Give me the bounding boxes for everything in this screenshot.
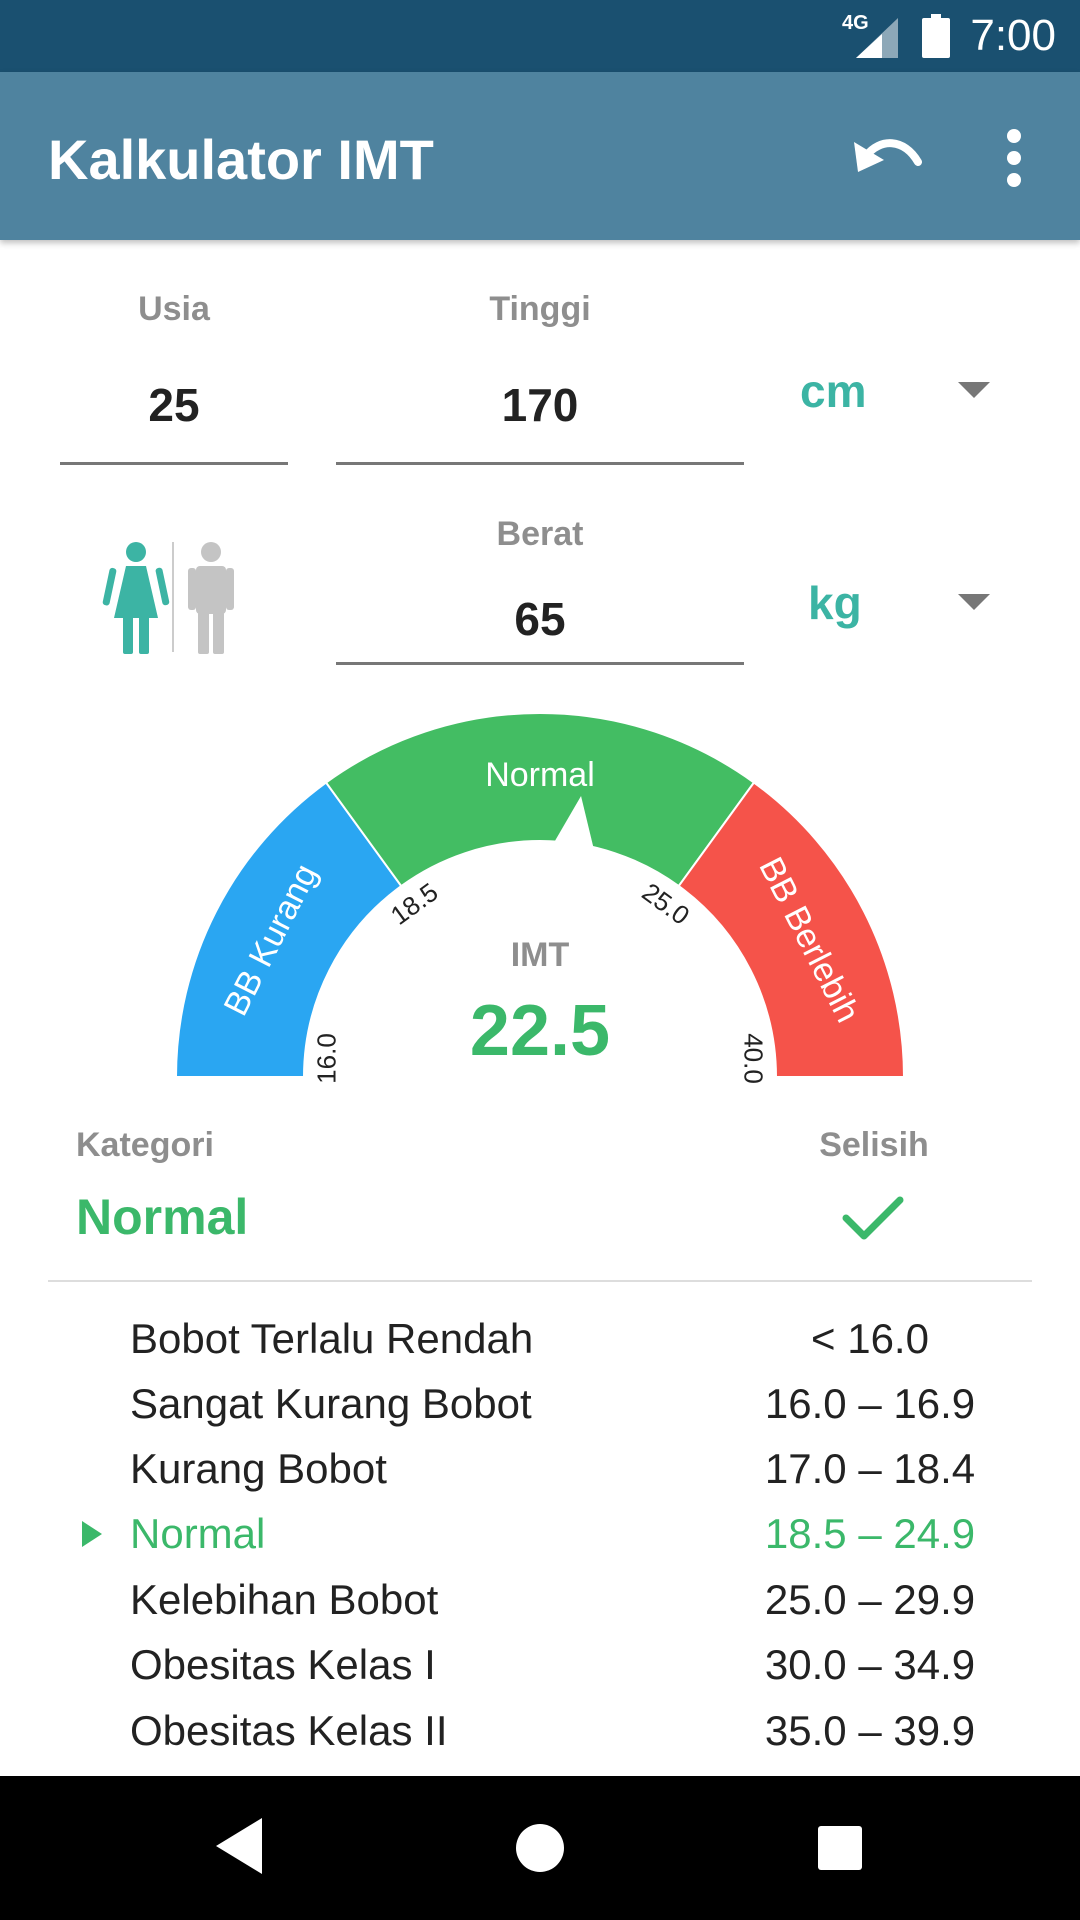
weight-unit-select[interactable]: kg — [790, 572, 1010, 642]
height-unit-select[interactable]: cm — [790, 360, 1010, 430]
home-icon[interactable] — [516, 1824, 564, 1872]
category-name: Obesitas Kelas II — [130, 1707, 448, 1754]
chevron-down-icon — [958, 594, 990, 610]
female-icon — [102, 542, 170, 654]
height-unit-value: cm — [800, 365, 867, 417]
height-underline — [336, 462, 744, 465]
category-name: Sangat Kurang Bobot — [130, 1380, 532, 1427]
weight-underline — [336, 662, 744, 665]
category-name: Normal — [130, 1510, 266, 1557]
recents-icon[interactable] — [818, 1826, 862, 1870]
gauge-imt-value: 22.5 — [469, 991, 611, 1071]
category-range: < 16.0 — [811, 1315, 929, 1362]
category-range: 17.0 – 18.4 — [764, 1445, 976, 1492]
chevron-down-icon — [958, 382, 990, 398]
category-label: Kategori — [76, 1126, 214, 1164]
category-row: Kelebihan Bobot 25.0 – 29.9 — [0, 1567, 1080, 1633]
more-vert-icon[interactable] — [984, 116, 1044, 200]
category-row-active: Normal 18.5 – 24.9 — [0, 1501, 1080, 1567]
gauge-tick-label: 16.0 — [312, 1033, 342, 1084]
category-row: Sangat Kurang Bobot 16.0 – 16.9 — [0, 1371, 1080, 1437]
age-underline — [60, 462, 288, 465]
category-range: 30.0 – 34.9 — [764, 1641, 976, 1688]
category-range: 16.0 – 16.9 — [764, 1380, 976, 1427]
category-range: 25.0 – 29.9 — [764, 1576, 976, 1623]
category-range: 35.0 – 39.9 — [764, 1707, 976, 1754]
gauge-segment — [324, 712, 756, 888]
category-name: Kelebihan Bobot — [130, 1576, 439, 1623]
category-row: Obesitas Kelas I 30.0 – 34.9 — [0, 1632, 1080, 1698]
undo-icon[interactable] — [846, 116, 930, 200]
male-button[interactable] — [186, 540, 236, 656]
battery-icon — [922, 14, 950, 58]
status-time: 7:00 — [970, 11, 1056, 60]
weight-unit-value: kg — [808, 577, 862, 629]
signal-icon — [856, 18, 898, 58]
play-arrow-icon — [82, 1521, 102, 1547]
difference-label: Selisih — [819, 1126, 929, 1164]
gauge-imt-label: IMT — [510, 936, 570, 974]
female-button[interactable] — [100, 540, 180, 656]
category-value: Normal — [76, 1189, 249, 1245]
category-name: Bobot Terlalu Rendah — [130, 1315, 534, 1362]
app-toolbar: Kalkulator IMT — [0, 72, 1080, 240]
gauge-tick-label: 40.0 — [738, 1033, 768, 1084]
back-icon[interactable] — [216, 1818, 262, 1874]
male-icon — [188, 542, 234, 654]
gender-divider — [172, 542, 174, 652]
category-name: Obesitas Kelas I — [130, 1641, 436, 1688]
status-bar: 4G 7:00 — [0, 0, 1080, 72]
app-title: Kalkulator IMT — [48, 128, 434, 191]
divider — [48, 1280, 1032, 1282]
check-icon — [842, 1196, 904, 1240]
age-label: Usia — [138, 290, 210, 328]
weight-input[interactable]: 65 — [336, 592, 744, 646]
category-range: 18.5 – 24.9 — [764, 1510, 976, 1557]
category-row: Obesitas Kelas II 35.0 – 39.9 — [0, 1698, 1080, 1764]
height-input[interactable]: 170 — [336, 378, 744, 432]
height-label: Tinggi — [489, 290, 591, 328]
gauge-segment-label: Normal — [485, 756, 595, 794]
weight-label: Berat — [496, 515, 584, 553]
category-row: Kurang Bobot 17.0 – 18.4 — [0, 1436, 1080, 1502]
age-input[interactable]: 25 — [60, 378, 288, 432]
category-name: Kurang Bobot — [130, 1445, 387, 1492]
category-row: Bobot Terlalu Rendah < 16.0 — [0, 1306, 1080, 1372]
